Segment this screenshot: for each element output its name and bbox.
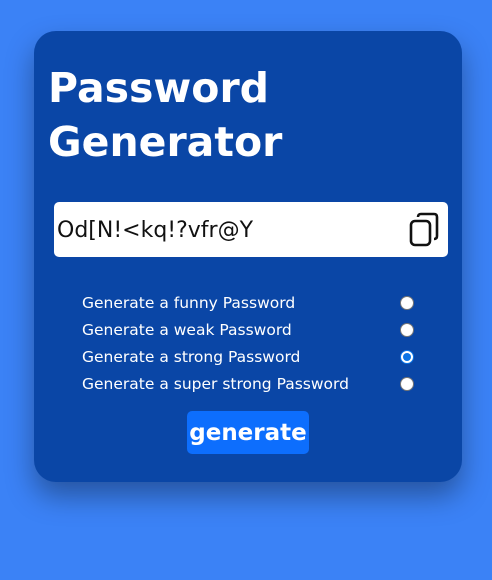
- option-funny: Generate a funny Password: [82, 290, 422, 317]
- option-label: Generate a weak Password: [82, 321, 292, 339]
- radio-weak[interactable]: [400, 323, 414, 337]
- page-title: Password Generator: [48, 64, 283, 166]
- copy-button[interactable]: [408, 212, 442, 248]
- option-super-strong: Generate a super strong Password: [82, 371, 422, 398]
- copy-icon: [409, 212, 439, 247]
- radio-strong[interactable]: [400, 350, 414, 364]
- option-label: Generate a super strong Password: [82, 375, 349, 393]
- option-weak: Generate a weak Password: [82, 317, 422, 344]
- strength-options: Generate a funny Password Generate a wea…: [82, 290, 422, 398]
- option-label: Generate a funny Password: [82, 294, 296, 312]
- password-text: Od[N!<kq!?vfr@Y: [57, 218, 254, 243]
- radio-super-strong[interactable]: [400, 377, 414, 391]
- option-strong: Generate a strong Password: [82, 344, 422, 371]
- option-label: Generate a strong Password: [82, 348, 301, 366]
- generate-button[interactable]: generate: [187, 411, 309, 454]
- radio-funny[interactable]: [400, 296, 414, 310]
- password-generator-card: Password Generator Od[N!<kq!?vfr@Y Gener…: [34, 31, 462, 482]
- password-output: Od[N!<kq!?vfr@Y: [54, 202, 448, 257]
